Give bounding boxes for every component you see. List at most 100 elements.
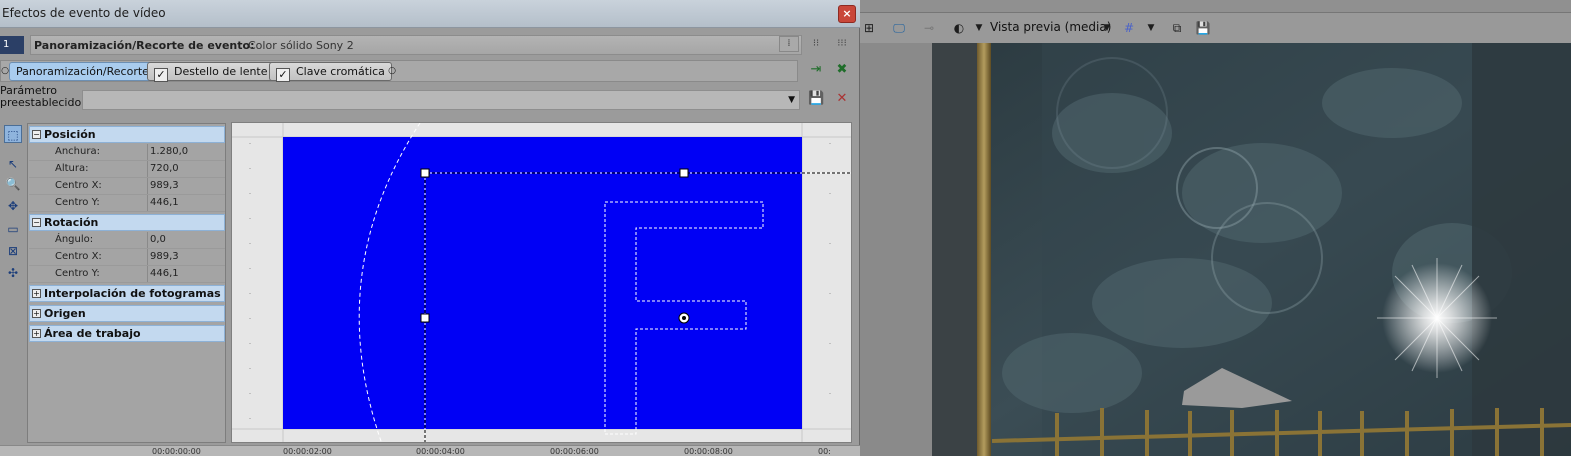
prop-value[interactable]: 1.280,0: [147, 144, 225, 160]
expand-icon[interactable]: +: [32, 289, 41, 298]
chain-end-icon: ○: [388, 66, 396, 76]
plugin-pan-crop[interactable]: Panoramización/Recorte: [9, 62, 156, 81]
event-label: Panoramización/Recorte de evento:: [34, 39, 255, 52]
preset-label-line2: preestablecido:: [0, 96, 85, 109]
prop-name: Ángulo:: [55, 234, 94, 245]
delete-preset-icon[interactable]: ✕: [834, 91, 850, 107]
section-origin-title: Origen: [44, 307, 86, 320]
time-mark: 00:: [818, 447, 831, 456]
center-handle-dot: [682, 316, 686, 320]
handle-top-center[interactable]: [679, 168, 689, 178]
video-frame[interactable]: [283, 137, 802, 429]
plugin-lens-flare-label: Destello de lente: [174, 65, 268, 78]
section-rotation[interactable]: − Rotación: [29, 214, 225, 231]
prop-name: Anchura:: [55, 146, 100, 157]
prop-rot-center-y[interactable]: Centro Y: 446,1: [29, 266, 225, 283]
handle-top-left[interactable]: [420, 168, 430, 178]
properties-panel: − Posición Anchura: 1.280,0 Altura: 720,…: [27, 123, 226, 443]
preview-svg: [932, 43, 1571, 456]
prop-name: Centro X:: [55, 251, 102, 262]
track-number: 1: [3, 39, 10, 50]
window-title: Efectos de evento de vídeo: [2, 6, 166, 20]
prop-width[interactable]: Anchura: 1.280,0: [29, 144, 225, 161]
time-mark: 00:00:08:00: [684, 447, 733, 456]
snap-icon[interactable]: ✣: [4, 264, 22, 282]
properties-icon[interactable]: ⊞: [860, 19, 878, 37]
zoom-tool-icon[interactable]: 🔍: [4, 175, 22, 193]
collapse-icon[interactable]: −: [32, 130, 41, 139]
section-workarea[interactable]: + Área de trabajo: [29, 325, 225, 342]
preset-row: Parámetro preestablecido: ▼ 💾 ✕: [0, 85, 860, 113]
prop-height[interactable]: Altura: 720,0: [29, 161, 225, 178]
prop-value[interactable]: 0,0: [147, 232, 225, 248]
overlay-icon[interactable]: ◐: [950, 19, 968, 37]
normal-edit-tool-icon[interactable]: ⬚: [4, 125, 22, 143]
prop-value[interactable]: 446,1: [147, 266, 225, 282]
video-preview[interactable]: [932, 43, 1571, 456]
section-interpolation[interactable]: + Interpolación de fotogramas c...: [29, 285, 225, 302]
prop-value[interactable]: 989,3: [147, 249, 225, 265]
plugin-pan-crop-label: Panoramización/Recorte: [16, 65, 149, 78]
section-position[interactable]: − Posición: [29, 126, 225, 143]
split-screen-icon[interactable]: ⊸: [920, 19, 938, 37]
flare-rays: [1377, 258, 1497, 378]
preview-quality-label[interactable]: Vista previa (media): [990, 20, 1111, 34]
expand-icon[interactable]: +: [32, 329, 41, 338]
view-single-icon[interactable]: ⁞: [779, 36, 799, 52]
section-origin[interactable]: + Origen: [29, 305, 225, 322]
view-double-icon[interactable]: ⁝⁝: [806, 36, 826, 52]
section-position-title: Posición: [44, 128, 96, 141]
event-value: Color sólido Sony 2: [248, 39, 354, 52]
time-mark: 00:00:02:00: [283, 447, 332, 456]
monitor-icon[interactable]: 🖵: [890, 19, 908, 37]
prop-value[interactable]: 446,1: [147, 195, 225, 211]
lens-flare-checkbox[interactable]: ✓: [154, 68, 168, 82]
move-tool-icon[interactable]: ✥: [4, 197, 22, 215]
handle-middle-left[interactable]: [420, 313, 430, 323]
plugin-lens-flare[interactable]: ✓ Destello de lente: [147, 62, 275, 82]
timeline-ruler[interactable]: 00:00:00:00 00:00:02:00 00:00:04:00 00:0…: [0, 445, 860, 456]
plugin-chroma-key[interactable]: ✓ Clave cromática: [269, 62, 392, 82]
save-preset-icon[interactable]: 💾: [808, 91, 824, 107]
view-triple-icon[interactable]: ⁝⁝⁝: [832, 36, 852, 52]
prop-center-y[interactable]: Centro Y: 446,1: [29, 195, 225, 212]
section-interpolation-title: Interpolación de fotogramas c...: [44, 287, 225, 300]
prop-angle[interactable]: Ángulo: 0,0: [29, 232, 225, 249]
expand-icon[interactable]: +: [32, 309, 41, 318]
tool-column: ⬚ ↖ 🔍 ✥ ▭ ⊠ ✣: [0, 122, 26, 456]
close-button[interactable]: ×: [838, 5, 856, 23]
grid-icon[interactable]: #: [1120, 19, 1138, 37]
time-mark: 00:00:06:00: [550, 447, 599, 456]
preset-combobox[interactable]: ▼: [82, 90, 800, 110]
section-rotation-title: Rotación: [44, 216, 99, 229]
preview-toolbar: ⊞ 🖵 ⊸ ◐ ▼ Vista previa (media) ▼ # ▼ ⧉ 💾: [860, 13, 1571, 43]
section-workarea-title: Área de trabajo: [44, 327, 141, 340]
pan-crop-canvas[interactable]: [231, 122, 852, 443]
video-event-fx-window: Efectos de evento de vídeo × 1 Panoramiz…: [0, 0, 860, 456]
overlay-chevron-down-icon[interactable]: ▼: [970, 19, 988, 37]
pointer-tool-icon[interactable]: ↖: [4, 155, 22, 173]
event-bar: Panoramización/Recorte de evento: Color …: [30, 35, 802, 55]
center-frame-icon[interactable]: ⊠: [4, 242, 22, 260]
prop-name: Centro Y:: [55, 268, 100, 279]
copy-snapshot-icon[interactable]: ⧉: [1168, 19, 1186, 37]
track-chip[interactable]: 1: [0, 36, 24, 54]
plugin-chroma-key-label: Clave cromática: [296, 65, 385, 78]
prop-value[interactable]: 989,3: [147, 178, 225, 194]
preset-label: Parámetro preestablecido:: [0, 85, 85, 109]
collapse-icon[interactable]: −: [32, 218, 41, 227]
plugin-chain: ○ Panoramización/Recorte ✓ Destello de le…: [0, 60, 798, 82]
prop-rot-center-x[interactable]: Centro X: 989,3: [29, 249, 225, 266]
chevron-down-icon: ▼: [788, 95, 795, 105]
save-snapshot-icon[interactable]: 💾: [1194, 19, 1212, 37]
chroma-key-checkbox[interactable]: ✓: [276, 68, 290, 82]
title-bar[interactable]: Efectos de evento de vídeo ×: [0, 0, 860, 28]
prop-name: Centro Y:: [55, 197, 100, 208]
grid-chevron-down-icon[interactable]: ▼: [1142, 19, 1160, 37]
prop-value[interactable]: 720,0: [147, 161, 225, 177]
prop-center-x[interactable]: Centro X: 989,3: [29, 178, 225, 195]
fit-frame-icon[interactable]: ▭: [4, 220, 22, 238]
add-plugin-icon[interactable]: ⇥: [808, 62, 824, 78]
quality-chevron-down-icon[interactable]: ▼: [1098, 19, 1116, 37]
remove-plugin-icon[interactable]: ✖: [834, 62, 850, 78]
